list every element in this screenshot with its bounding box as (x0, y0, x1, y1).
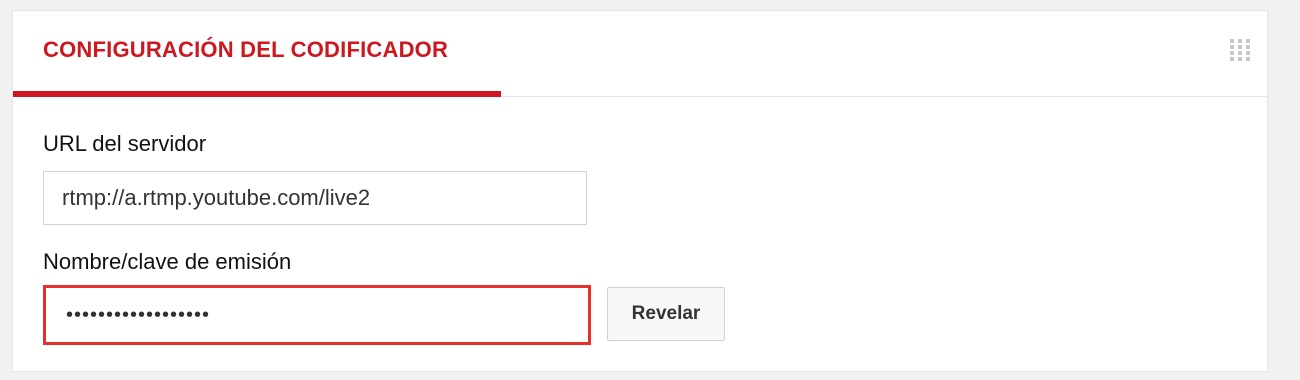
tab-encoder-settings[interactable]: CONFIGURACIÓN DEL CODIFICADOR (13, 11, 501, 97)
encoder-settings-panel: CONFIGURACIÓN DEL CODIFICADOR URL del se… (12, 10, 1268, 372)
drag-grip-icon[interactable] (1229, 37, 1251, 65)
tab-header: CONFIGURACIÓN DEL CODIFICADOR (13, 11, 1267, 97)
server-url-label: URL del servidor (43, 131, 207, 156)
stream-key-label: Nombre/clave de emisión (43, 249, 292, 274)
tab-label: CONFIGURACIÓN DEL CODIFICADOR (43, 37, 449, 62)
server-url-input[interactable] (43, 171, 587, 225)
reveal-button[interactable]: Revelar (607, 287, 725, 341)
stream-key-input[interactable] (43, 285, 591, 345)
drag-grip-icon-graphic (1230, 39, 1250, 61)
